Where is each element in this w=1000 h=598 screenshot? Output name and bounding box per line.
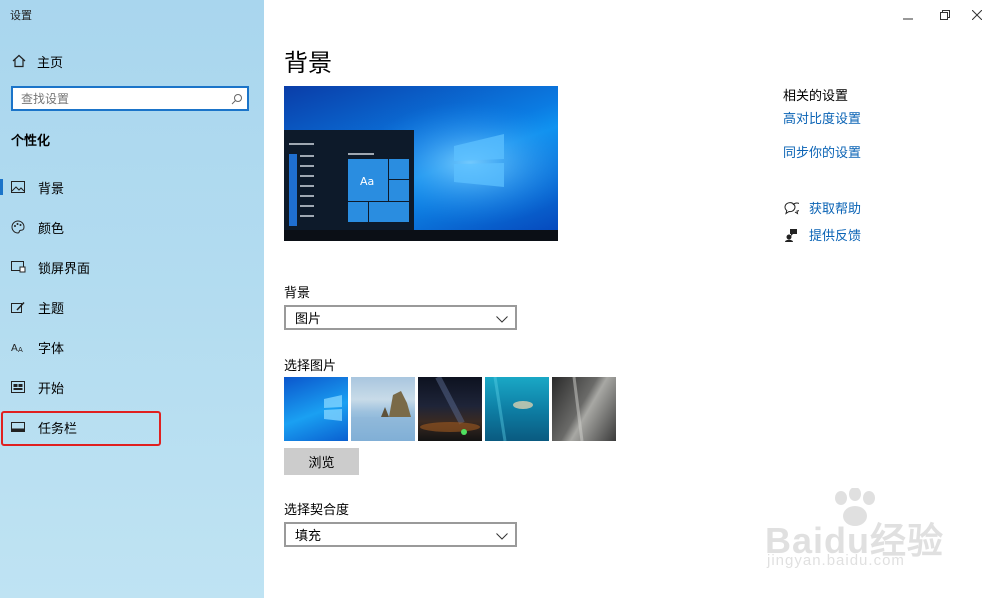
thumbnail-underwater[interactable] [485,377,549,441]
svg-text:A: A [18,346,23,353]
search-input[interactable] [13,90,227,107]
thumbnail-night-sky[interactable] [418,377,482,441]
sidebar-item-fonts[interactable]: AA 字体 [0,333,264,361]
restore-button[interactable] [934,5,956,23]
chevron-down-icon [496,525,508,544]
choose-picture-label: 选择图片 [284,359,337,374]
watermark-sub: jingyan.baidu.com [767,552,905,569]
sidebar-item-label: 开始 [38,381,65,397]
chevron-down-icon [496,308,508,327]
fit-dropdown-value: 填充 [295,529,322,544]
sidebar-item-label: 主题 [38,301,65,317]
background-preview: Aa [284,86,558,241]
background-label: 背景 [284,286,311,301]
lock-screen-icon [10,261,26,273]
get-help-link[interactable]: 获取帮助 [783,198,861,217]
sidebar-item-start[interactable]: 开始 [0,373,264,401]
browse-button[interactable]: 浏览 [284,448,359,475]
help-chat-icon [783,201,799,215]
start-icon [10,381,26,393]
picture-icon [10,181,26,193]
close-icon [971,5,983,24]
sidebar-item-label: 颜色 [38,221,65,237]
home-nav[interactable]: 主页 [0,48,264,74]
fit-dropdown[interactable]: 填充 [284,522,517,547]
palette-icon [10,220,26,234]
feedback-link[interactable]: 提供反馈 [783,225,861,244]
background-dropdown[interactable]: 图片 [284,305,517,330]
theme-icon [10,301,26,314]
home-icon [11,54,27,68]
section-title: 个性化 [11,134,51,149]
restore-icon [940,5,950,24]
svg-text:A: A [11,343,18,353]
thumbnail-windows[interactable] [284,377,348,441]
sidebar-item-lock-screen[interactable]: 锁屏界面 [0,253,264,281]
sidebar-item-label: 背景 [38,181,65,197]
get-help-label: 获取帮助 [809,202,862,217]
sidebar-item-label: 字体 [38,341,65,357]
watermark: Baidu经验 jingyan.baidu.com [765,488,965,580]
sidebar-item-themes[interactable]: 主题 [0,293,264,321]
picture-thumbnails [284,377,616,441]
preview-tile-text: Aa [360,175,375,188]
sidebar-item-color[interactable]: 颜色 [0,213,264,241]
related-settings-title: 相关的设置 [783,89,849,104]
sidebar: 设置 主页 个性化 背景 颜色 锁屏界面 主题 [0,0,264,598]
sync-settings-link[interactable]: 同步你的设置 [783,142,861,161]
font-icon: AA [10,341,26,353]
fit-label: 选择契合度 [284,503,350,518]
app-title: 设置 [10,9,32,22]
search-box[interactable] [11,86,249,111]
sidebar-item-label: 锁屏界面 [38,261,91,277]
minimize-icon [903,5,913,24]
feedback-label: 提供反馈 [809,229,862,244]
feedback-icon [783,228,799,242]
minimize-button[interactable] [897,5,919,23]
close-button[interactable] [966,5,988,23]
page-title: 背景 [284,49,332,77]
thumbnail-rock[interactable] [552,377,616,441]
sidebar-item-background[interactable]: 背景 [0,173,264,201]
home-label: 主页 [37,55,64,71]
search-icon[interactable] [227,93,247,105]
high-contrast-link[interactable]: 高对比度设置 [783,108,861,127]
highlight-box [1,411,161,446]
thumbnail-beach[interactable] [351,377,415,441]
background-dropdown-value: 图片 [295,312,322,327]
